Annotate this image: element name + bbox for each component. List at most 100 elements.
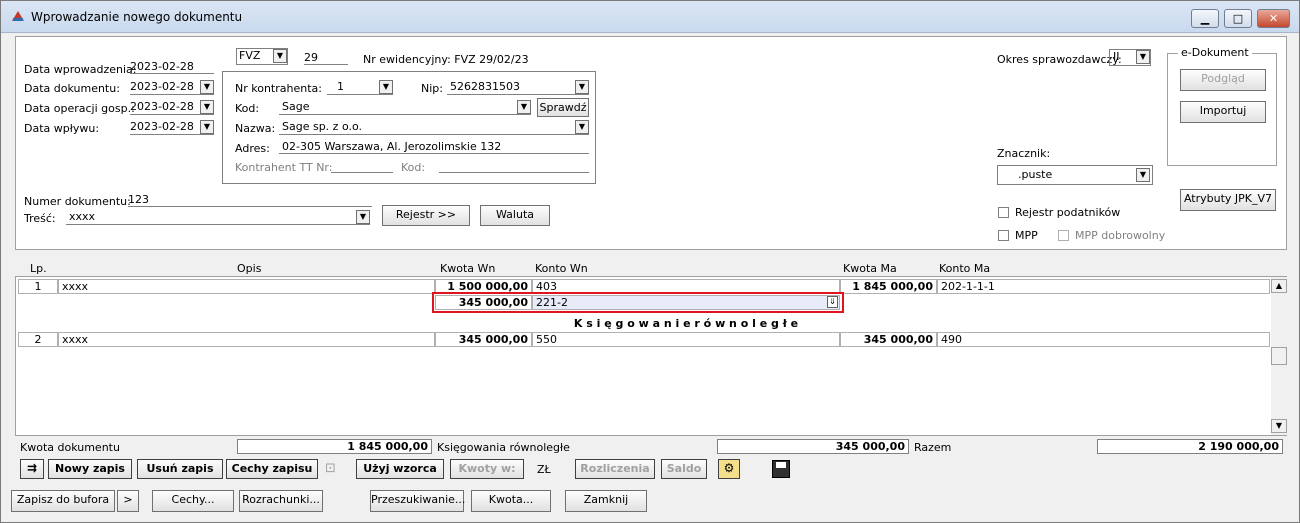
col-amount-wn: Kwota Wn	[440, 262, 496, 275]
scroll-down-icon[interactable]: ▼	[1271, 419, 1287, 433]
table-row-2-desc[interactable]: xxxx	[58, 332, 435, 347]
amounts-in-button[interactable]: Kwoty w:	[450, 459, 524, 479]
col-lp: Lp.	[30, 262, 47, 275]
table-scrollbar[interactable]: ▲ ▼	[1271, 277, 1287, 435]
chevron-down-icon[interactable]: ▼	[356, 210, 370, 224]
edocument-title: e-Dokument	[1178, 46, 1252, 59]
table-row-1-lp[interactable]: 1	[18, 279, 58, 294]
save-to-buffer-button[interactable]: Zapisz do bufora	[11, 490, 115, 512]
settlements-button[interactable]: Rozliczenia	[575, 459, 655, 479]
chevron-down-icon[interactable]: ▼	[200, 80, 214, 94]
doc-type-value: FVZ	[239, 49, 261, 62]
col-amount-ma: Kwota Ma	[843, 262, 897, 275]
doc-type-select[interactable]: FVZ ▼	[236, 48, 288, 65]
chevron-down-icon[interactable]: ▼	[1136, 168, 1150, 182]
maximize-button[interactable]: □	[1224, 9, 1252, 28]
scroll-up-icon[interactable]: ▲	[1271, 279, 1287, 293]
minimize-button[interactable]: ▁	[1191, 9, 1219, 28]
chevron-down-icon[interactable]: ▼	[575, 80, 589, 94]
receipt-date-field[interactable]: 2023-02-28 ▼	[130, 120, 214, 135]
contractor-nr-label: Nr kontrahenta:	[235, 82, 322, 95]
new-entry-button[interactable]: Nowy zapis	[48, 459, 132, 479]
chevron-down-icon[interactable]: ▼	[379, 80, 393, 94]
mpp-voluntary-checkbox[interactable]	[1058, 230, 1069, 241]
table-row-1-account-ma[interactable]: 202-1-1-1	[937, 279, 1270, 294]
document-number-input[interactable]: 123	[128, 193, 372, 207]
mpp-checkbox[interactable]	[998, 230, 1009, 241]
gear-button[interactable]: ⚙	[718, 459, 740, 479]
chevron-down-icon[interactable]: ▼	[200, 100, 214, 114]
contractor-nr-value: 1	[337, 80, 344, 93]
import-button[interactable]: Importuj	[1180, 101, 1266, 123]
code-select[interactable]: Sage ▼	[279, 100, 531, 115]
nip-label: Nip:	[421, 82, 443, 95]
marker-select[interactable]: .puste ▼	[997, 165, 1153, 185]
chevron-down-icon[interactable]: ▼	[1136, 50, 1150, 64]
edocument-group: e-Dokument Podgląd Importuj	[1167, 46, 1277, 166]
tt-number-input[interactable]	[331, 160, 393, 173]
table-row-1b-account-wn[interactable]: 221-2 ⇓	[532, 295, 840, 310]
chevron-down-icon[interactable]: ▼	[517, 100, 531, 114]
address-value[interactable]: 02-305 Warszawa, Al. Jerozolimskie 132	[279, 140, 589, 154]
document-number-label: Numer dokumentu:	[24, 195, 131, 208]
amount-button[interactable]: Kwota...	[471, 490, 551, 512]
table-row-2-amount-ma[interactable]: 345 000,00	[840, 332, 937, 347]
register-button[interactable]: Rejestr >>	[382, 205, 470, 226]
table-row-2-lp[interactable]: 2	[18, 332, 58, 347]
tt-code-input[interactable]	[439, 160, 589, 173]
period-select[interactable]: II ▼	[1109, 49, 1151, 66]
document-date-value: 2023-02-28	[130, 80, 194, 93]
contractor-nr-select[interactable]: 1 ▼	[327, 80, 393, 95]
col-account-wn: Konto Wn	[535, 262, 588, 275]
content-select[interactable]: xxxx ▼	[66, 210, 370, 225]
chevron-down-icon[interactable]: ▼	[575, 120, 589, 134]
balance-button[interactable]: Saldo	[661, 459, 707, 479]
preview-button[interactable]: Podgląd	[1180, 69, 1266, 91]
mpp-voluntary-label: MPP dobrowolny	[1075, 229, 1166, 242]
name-label: Nazwa:	[235, 122, 276, 135]
table-row-1-desc[interactable]: xxxx	[58, 279, 435, 294]
table-row-2-account-wn[interactable]: 550	[532, 332, 840, 347]
col-account-ma: Konto Ma	[939, 262, 991, 275]
entry-date-value: 2023-02-28	[130, 60, 214, 74]
doc-number-input[interactable]: 29	[304, 51, 348, 65]
chevron-down-icon[interactable]: ▼	[200, 120, 214, 134]
period-value: II	[1113, 50, 1120, 63]
close-window-button[interactable]: ✕	[1257, 9, 1290, 28]
marker-value: .puste	[1018, 168, 1053, 181]
features-button[interactable]: Cechy...	[152, 490, 234, 512]
operation-date-value: 2023-02-28	[130, 100, 194, 113]
tax-register-checkbox[interactable]	[998, 207, 1009, 218]
save-button[interactable]	[772, 460, 790, 478]
table-row-2-amount-wn[interactable]: 345 000,00	[435, 332, 532, 347]
table-row-1-amount-ma[interactable]: 1 845 000,00	[840, 279, 937, 294]
entry-features-button[interactable]: Cechy zapisu	[226, 459, 318, 479]
jpk-attributes-button[interactable]: Atrybuty JPK_V7	[1180, 189, 1276, 211]
delete-entry-button[interactable]: Usuń zapis	[137, 459, 223, 479]
chevron-down-icon[interactable]: ▼	[273, 49, 287, 63]
tax-register-label: Rejestr podatników	[1015, 206, 1121, 219]
scroll-thumb[interactable]	[1271, 347, 1287, 365]
save-options-button[interactable]: >	[117, 490, 139, 512]
minimize-icon: ▁	[1200, 12, 1210, 25]
expand-button[interactable]: ⇉	[20, 459, 44, 479]
document-date-field[interactable]: 2023-02-28 ▼	[130, 80, 214, 95]
currency-button[interactable]: Waluta	[480, 205, 550, 226]
use-template-button[interactable]: Użyj wzorca	[356, 459, 444, 479]
content-label: Treść:	[24, 212, 56, 225]
lookup-icon[interactable]: ⇓	[827, 296, 838, 308]
address-label: Adres:	[235, 142, 270, 155]
parallel-bookings-label: Księgowania równoległe	[437, 441, 570, 454]
settlements-dialog-button[interactable]: Rozrachunki...	[239, 490, 323, 512]
operation-date-field[interactable]: 2023-02-28 ▼	[130, 100, 214, 115]
nip-select[interactable]: 5262831503 ▼	[447, 80, 589, 95]
table-row-1b-amount-wn[interactable]: 345 000,00	[435, 295, 532, 310]
search-button[interactable]: Przeszukiwanie...	[370, 490, 465, 512]
table-row-2-account-ma[interactable]: 490	[937, 332, 1270, 347]
check-button[interactable]: Sprawdź	[537, 98, 589, 117]
col-desc: Opis	[237, 262, 262, 275]
receipt-date-value: 2023-02-28	[130, 120, 194, 133]
close-button[interactable]: Zamknij	[565, 490, 647, 512]
name-select[interactable]: Sage sp. z o.o. ▼	[279, 120, 589, 135]
lock-icon[interactable]: ⊡	[325, 461, 343, 479]
